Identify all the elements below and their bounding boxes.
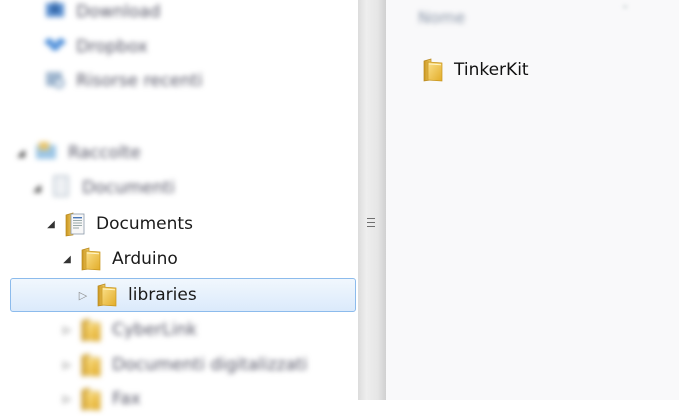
nav-item-recent-places[interactable]: Risorse recenti <box>44 64 203 98</box>
folder-icon <box>80 353 102 377</box>
pane-splitter[interactable] <box>358 0 386 400</box>
collapse-arrow-icon[interactable]: ▷ <box>60 360 74 371</box>
dropbox-icon <box>44 35 66 60</box>
expand-arrow-icon[interactable]: ◢ <box>44 219 58 230</box>
navigation-pane: Download Dropbox Risorse recenti ◢ Racco… <box>0 0 358 400</box>
nav-item-documents[interactable]: ◢ Documents <box>44 207 193 241</box>
folder-icon <box>422 58 444 82</box>
collapse-arrow-icon[interactable]: ▷ <box>60 325 74 336</box>
libraries-icon <box>34 140 58 167</box>
splitter-grip-icon[interactable] <box>367 218 376 230</box>
folder-icon <box>80 318 102 342</box>
expand-arrow-icon[interactable]: ◢ <box>14 148 28 159</box>
recent-places-icon <box>44 68 66 95</box>
collapse-arrow-icon[interactable]: ▷ <box>76 289 90 302</box>
folder-icon <box>80 247 102 271</box>
documents-library-icon <box>50 174 72 203</box>
document-folder-icon <box>64 211 86 237</box>
nav-item-download[interactable]: Download <box>44 0 161 29</box>
expand-arrow-icon[interactable]: ◢ <box>30 183 44 194</box>
folder-icon <box>96 283 118 307</box>
collapse-arrow-icon[interactable]: ▷ <box>60 394 74 405</box>
nav-item-cyberlink[interactable]: ▷ CyberLink <box>60 313 197 347</box>
sort-chevron-icon: ⌄ <box>621 0 630 11</box>
file-name: TinkerKit <box>454 60 529 80</box>
nav-item-libraries[interactable]: ◢ Raccolte <box>14 136 141 170</box>
download-folder-icon <box>44 0 66 26</box>
folder-icon <box>80 387 102 411</box>
file-item-tinkerkit[interactable]: TinkerKit <box>422 55 529 85</box>
expand-arrow-icon[interactable]: ◢ <box>60 254 74 265</box>
nav-item-arduino[interactable]: ◢ Arduino <box>60 242 178 276</box>
nav-item-fax[interactable]: ▷ Fax <box>60 382 141 416</box>
nav-item-documenti[interactable]: ◢ Documenti <box>30 171 175 205</box>
content-pane: Nome ⌄ TinkerKit <box>386 0 679 400</box>
nav-item-libraries-selected[interactable]: ▷ libraries <box>10 278 356 312</box>
column-header-name[interactable]: Nome <box>418 8 465 27</box>
nav-item-dropbox[interactable]: Dropbox <box>44 30 148 64</box>
nav-item-documenti-digitalizzati[interactable]: ▷ Documenti digitalizzati <box>60 348 307 382</box>
